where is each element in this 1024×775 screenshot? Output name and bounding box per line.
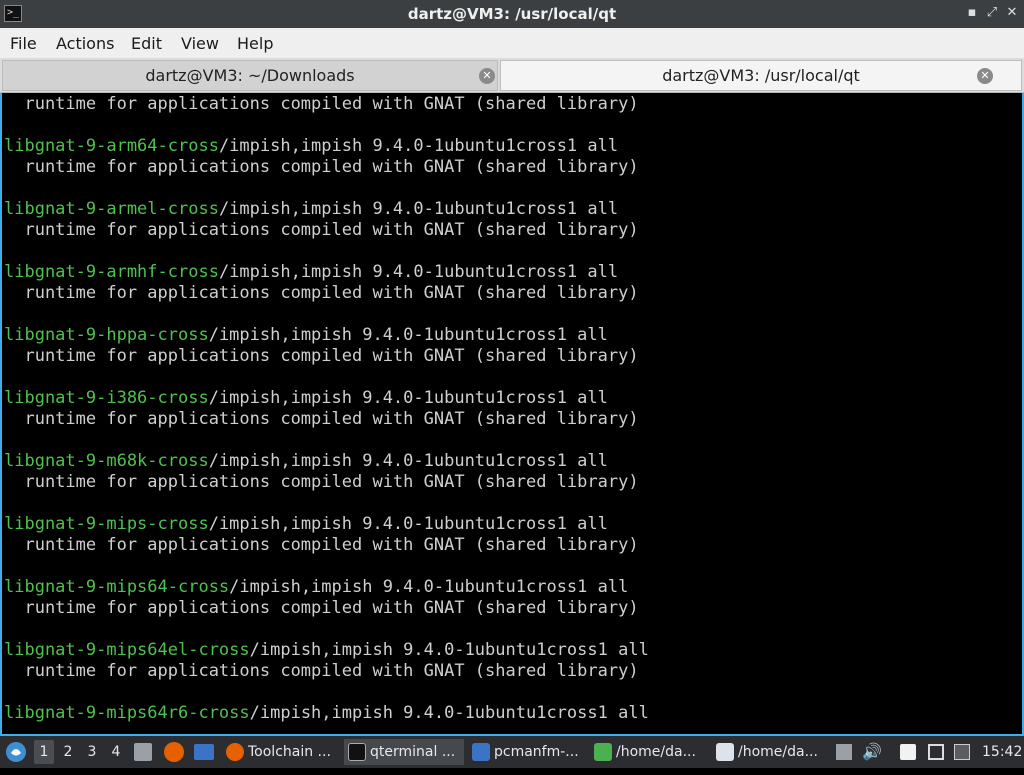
- package-name: libgnat-9-mips64-cross: [4, 577, 230, 597]
- terminal-line: runtime for applications compiled with G…: [4, 283, 639, 304]
- task-toolchain[interactable]: Toolchain ...: [222, 739, 340, 765]
- keyboard-icon[interactable]: [928, 744, 944, 760]
- terminal-line: libgnat-9-arm64-cross/impish,impish 9.4.…: [4, 136, 618, 157]
- firefox-launcher-icon[interactable]: [164, 742, 184, 762]
- terminal-line: libgnat-9-mips64-cross/impish,impish 9.4…: [4, 577, 628, 598]
- terminal-line: libgnat-9-mips-cross/impish,impish 9.4.0…: [4, 514, 608, 535]
- menu-view[interactable]: View: [181, 34, 219, 53]
- taskbar: 1 2 3 4 Toolchain ... qterminal ... pcma…: [0, 736, 1024, 768]
- terminal-line: libgnat-9-i386-cross/impish,impish 9.4.0…: [4, 388, 608, 409]
- line-text: /impish,impish 9.4.0-1ubuntu1cross1 all: [208, 388, 608, 408]
- window-title: dartz@VM3: /usr/local/qt: [407, 5, 617, 23]
- line-text: runtime for applications compiled with G…: [4, 220, 639, 240]
- terminal-line: runtime for applications compiled with G…: [4, 346, 639, 367]
- terminal-line: libgnat-9-hppa-cross/impish,impish 9.4.0…: [4, 325, 608, 346]
- terminal-line: runtime for applications compiled with G…: [4, 535, 639, 556]
- line-text: /impish,impish 9.4.0-1ubuntu1cross1 all: [208, 514, 608, 534]
- terminal-line: libgnat-9-mips64r6-cross/impish,impish 9…: [4, 703, 649, 724]
- task-label: Toolchain ...: [248, 744, 331, 760]
- task-label: /home/da...: [738, 744, 818, 760]
- terminal-line: libgnat-9-m68k-cross/impish,impish 9.4.0…: [4, 451, 608, 472]
- terminal-line: libgnat-9-armel-cross/impish,impish 9.4.…: [4, 199, 618, 220]
- package-name: libgnat-9-hppa-cross: [4, 325, 209, 345]
- terminal-line: libgnat-9-armhf-cross/impish,impish 9.4.…: [4, 262, 618, 283]
- workspace-3[interactable]: 3: [82, 740, 102, 764]
- package-name: libgnat-9-mips64el-cross: [4, 640, 250, 660]
- line-text: /impish,impish 9.4.0-1ubuntu1cross1 all: [218, 199, 619, 219]
- line-text: runtime for applications compiled with G…: [4, 661, 639, 681]
- line-text: /impish,impish 9.4.0-1ubuntu1cross1 all: [249, 703, 649, 723]
- task-home-2[interactable]: /home/da...: [712, 739, 830, 765]
- clock[interactable]: 15:42: [982, 736, 1022, 768]
- package-name: libgnat-9-mips-cross: [4, 514, 209, 534]
- close-tab-icon[interactable]: ✕: [479, 68, 495, 84]
- tab-downloads[interactable]: dartz@VM3: ~/Downloads ✕: [2, 60, 498, 91]
- menu-bar: File Actions Edit View Help: [0, 28, 1024, 58]
- tab-usr-local-qt[interactable]: dartz@VM3: /usr/local/qt ✕: [500, 60, 1022, 91]
- menu-help[interactable]: Help: [237, 34, 273, 53]
- terminal-line: libgnat-9-mips64el-cross/impish,impish 9…: [4, 640, 649, 661]
- package-name: libgnat-9-armhf-cross: [4, 262, 219, 282]
- terminal-line: runtime for applications compiled with G…: [4, 472, 639, 493]
- line-text: runtime for applications compiled with G…: [4, 472, 639, 492]
- terminal-output[interactable]: runtime for applications compiled with G…: [0, 93, 1024, 736]
- clipboard-icon[interactable]: [900, 744, 916, 760]
- line-text: /impish,impish 9.4.0-1ubuntu1cross1 all: [208, 325, 608, 345]
- package-name: libgnat-9-i386-cross: [4, 388, 209, 408]
- workspace-1[interactable]: 1: [34, 740, 54, 764]
- minimize-icon[interactable]: ▪: [964, 5, 980, 21]
- show-desktop-icon[interactable]: [134, 743, 152, 761]
- tab-label: dartz@VM3: /usr/local/qt: [662, 66, 860, 85]
- line-text: runtime for applications compiled with G…: [4, 598, 639, 618]
- task-label: /home/da...: [616, 744, 696, 760]
- package-name: libgnat-9-m68k-cross: [4, 451, 209, 471]
- network-icon[interactable]: [954, 744, 970, 760]
- package-name: libgnat-9-arm64-cross: [4, 136, 219, 156]
- text-editor-icon: [594, 743, 612, 761]
- task-label: pcmanfm-...: [494, 744, 579, 760]
- file-manager-launcher-icon[interactable]: [194, 744, 214, 760]
- task-pcmanfm[interactable]: pcmanfm-...: [468, 739, 584, 765]
- line-text: /impish,impish 9.4.0-1ubuntu1cross1 all: [229, 577, 629, 597]
- package-name: libgnat-9-mips64r6-cross: [4, 703, 250, 723]
- line-text: runtime for applications compiled with G…: [4, 346, 639, 366]
- start-menu-icon[interactable]: [5, 741, 27, 763]
- line-text: /impish,impish 9.4.0-1ubuntu1cross1 all: [218, 136, 619, 156]
- firefox-icon: [226, 743, 244, 761]
- terminal-line: runtime for applications compiled with G…: [4, 157, 639, 178]
- close-window-icon[interactable]: ✕: [1004, 5, 1020, 21]
- window-titlebar: >_ dartz@VM3: /usr/local/qt ▪ ⤢ ✕: [0, 0, 1024, 28]
- line-text: /impish,impish 9.4.0-1ubuntu1cross1 all: [218, 262, 619, 282]
- tab-label: dartz@VM3: ~/Downloads: [145, 66, 355, 85]
- line-text: /impish,impish 9.4.0-1ubuntu1cross1 all: [208, 451, 608, 471]
- workspace-4[interactable]: 4: [106, 740, 126, 764]
- menu-edit[interactable]: Edit: [131, 34, 162, 53]
- task-qterminal[interactable]: qterminal ...: [344, 739, 464, 765]
- terminal-line: runtime for applications compiled with G…: [4, 409, 639, 430]
- line-text: runtime for applications compiled with G…: [4, 409, 639, 429]
- volume-icon[interactable]: 🔊: [862, 744, 882, 760]
- line-text: runtime for applications compiled with G…: [4, 283, 639, 303]
- terminal-line: runtime for applications compiled with G…: [4, 661, 639, 682]
- task-home-1[interactable]: /home/da...: [590, 739, 708, 765]
- menu-actions[interactable]: Actions: [56, 34, 114, 53]
- line-text: runtime for applications compiled with G…: [4, 94, 639, 114]
- terminal-line: runtime for applications compiled with G…: [4, 94, 639, 115]
- line-text: runtime for applications compiled with G…: [4, 157, 639, 177]
- close-tab-icon[interactable]: ✕: [977, 68, 993, 84]
- terminal-line: runtime for applications compiled with G…: [4, 220, 639, 241]
- featherpad-icon: [716, 743, 734, 761]
- tab-bar: dartz@VM3: ~/Downloads ✕ dartz@VM3: /usr…: [0, 58, 1024, 93]
- maximize-icon[interactable]: ⤢: [984, 5, 1000, 21]
- menu-file[interactable]: File: [10, 34, 37, 53]
- workspace-2[interactable]: 2: [58, 740, 78, 764]
- task-label: qterminal ...: [370, 744, 456, 760]
- terminal-line: runtime for applications compiled with G…: [4, 598, 639, 619]
- terminal-icon: [348, 743, 366, 761]
- folder-icon: [472, 743, 490, 761]
- line-text: /impish,impish 9.4.0-1ubuntu1cross1 all: [249, 640, 649, 660]
- update-notifier-icon[interactable]: [836, 744, 852, 760]
- package-name: libgnat-9-armel-cross: [4, 199, 219, 219]
- line-text: runtime for applications compiled with G…: [4, 535, 639, 555]
